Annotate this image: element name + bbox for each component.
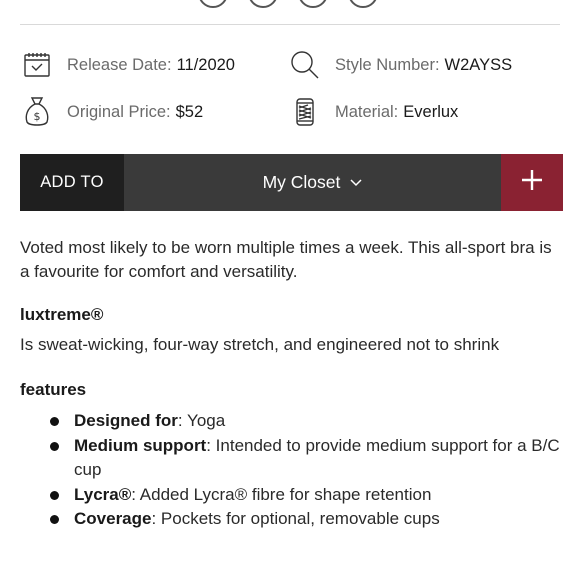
- luxtreme-heading: luxtreme®: [20, 305, 104, 324]
- feature-name: Medium support: [74, 435, 207, 455]
- style-number-value: W2AYSS: [444, 55, 513, 74]
- luxtreme-text: Is sweat-wicking, four-way stretch, and …: [20, 335, 500, 354]
- list-item: Lycra®: Added Lycra® fibre for shape ret…: [20, 483, 565, 508]
- calendar-icon: [20, 48, 54, 82]
- features-heading: features: [20, 380, 87, 399]
- circle-icon[interactable]: [248, 0, 278, 8]
- material-row: Material: Everlux: [288, 95, 458, 129]
- original-price-label: Original Price:: [67, 102, 171, 121]
- circle-icon[interactable]: [298, 0, 328, 8]
- release-date-row: Release Date: 11/2020: [20, 48, 235, 82]
- original-price-value: $52: [175, 102, 204, 121]
- circle-icon[interactable]: [198, 0, 228, 8]
- circle-icon[interactable]: [348, 0, 378, 8]
- fabric-roll-icon: [288, 95, 322, 129]
- divider: [20, 24, 560, 25]
- add-button[interactable]: [501, 154, 563, 211]
- material-label: Material:: [335, 102, 399, 121]
- money-bag-icon: $: [20, 95, 54, 129]
- list-item: Medium support: Intended to provide medi…: [20, 434, 565, 483]
- feature-name: Lycra®: [74, 484, 132, 504]
- closet-select-value: My Closet: [262, 172, 341, 192]
- closet-select[interactable]: My Closet: [124, 154, 501, 211]
- product-description: Voted most likely to be worn multiple ti…: [20, 238, 552, 281]
- list-item: Designed for: Yoga: [20, 409, 565, 434]
- bullet-icon: [50, 417, 59, 426]
- plus-icon: [521, 169, 543, 196]
- svg-text:$: $: [34, 110, 41, 123]
- add-to-label: ADD TO: [20, 154, 124, 211]
- add-to-closet-bar: ADD TO My Closet: [20, 154, 563, 211]
- top-circles: [198, 0, 378, 8]
- feature-name: Designed for: [74, 411, 178, 430]
- material-value: Everlux: [403, 102, 459, 121]
- feature-text: : Yoga: [177, 411, 226, 430]
- list-item: Coverage: Pockets for optional, removabl…: [20, 507, 565, 532]
- bullet-icon: [50, 490, 59, 500]
- chevron-down-icon: [350, 178, 362, 187]
- style-number-label: Style Number:: [335, 55, 440, 74]
- style-number-row: Style Number: W2AYSS: [288, 48, 512, 82]
- feature-text: : Added Lycra® fibre for shape retention: [131, 484, 432, 504]
- release-date-value: 11/2020: [176, 55, 235, 74]
- bullet-icon: [50, 441, 59, 451]
- original-price-row: $ Original Price: $52: [20, 95, 203, 129]
- feature-name: Coverage: [74, 509, 152, 528]
- release-date-label: Release Date:: [67, 55, 172, 74]
- bullet-icon: [50, 515, 59, 524]
- feature-text: : Pockets for optional, removable cups: [151, 509, 440, 528]
- features-list: Designed for: Yoga Medium support: Inten…: [20, 409, 565, 532]
- search-icon: [288, 48, 322, 82]
